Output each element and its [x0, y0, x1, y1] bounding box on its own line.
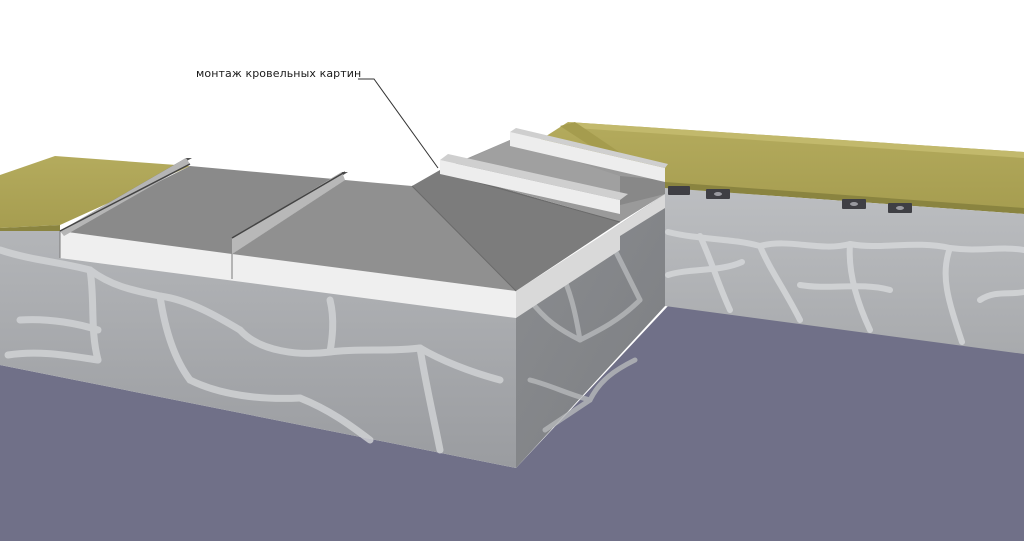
- roof-installation-diagram: [0, 78, 1024, 541]
- annotation-label: монтаж кровельных картин: [196, 67, 362, 80]
- annotation-leader-line: [358, 78, 439, 169]
